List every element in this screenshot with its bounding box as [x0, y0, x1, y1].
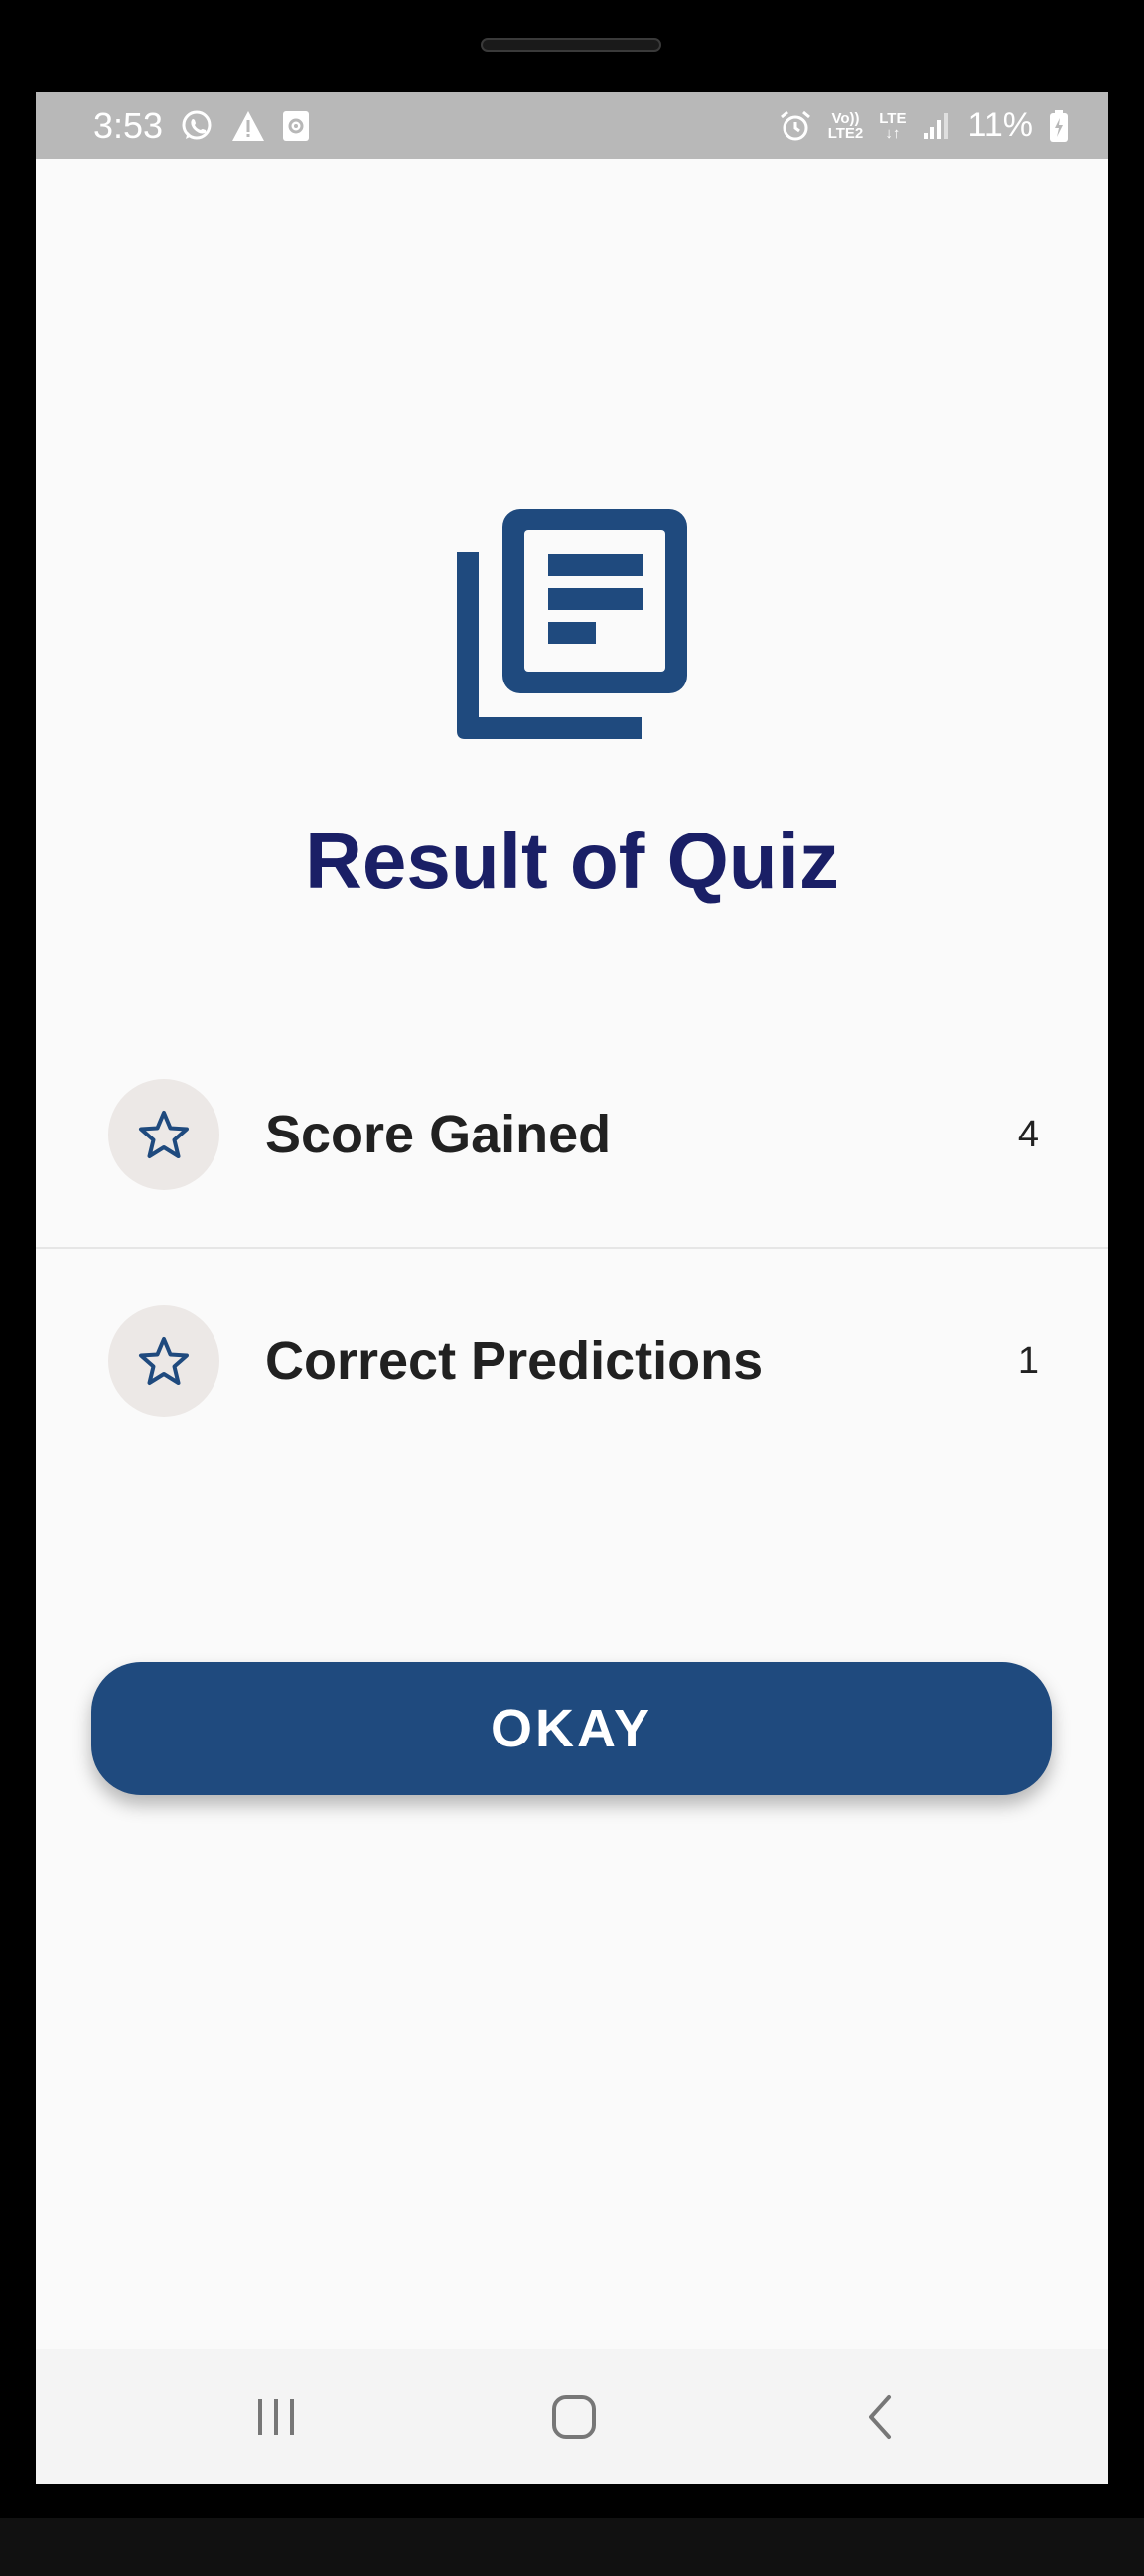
data-arrows: ↓↑: [885, 124, 901, 142]
star-outline-icon: [108, 1305, 219, 1417]
earpiece-speaker: [481, 38, 661, 52]
correct-predictions-label: Correct Predictions: [265, 1331, 764, 1391]
lte-data-icon: LTE ↓↑: [879, 111, 906, 141]
screen-record-icon: [282, 110, 310, 142]
navigation-bar: [36, 2349, 1108, 2484]
phone-frame: 3:53 Vo)) LTE2 LTE ↓↑ 11% Result of Quiz…: [0, 0, 1144, 2576]
signal-icon: [922, 111, 951, 141]
score-gained-label: Score Gained: [265, 1105, 612, 1164]
back-icon[interactable]: [840, 2379, 920, 2454]
home-icon[interactable]: [534, 2379, 614, 2454]
battery-charging-icon: [1049, 109, 1069, 143]
battery-percent: 11%: [967, 106, 1033, 144]
correct-predictions-value: 1: [1017, 1339, 1039, 1382]
whatsapp-icon: [179, 108, 214, 144]
screen: 3:53 Vo)) LTE2 LTE ↓↑ 11% Result of Quiz…: [36, 92, 1108, 2484]
device-bottom-bezel: [0, 2518, 1144, 2576]
warning-icon: [230, 109, 266, 143]
star-outline-icon: [108, 1079, 219, 1190]
article-stack-icon: [453, 505, 691, 743]
status-right: Vo)) LTE2 LTE ↓↑ 11%: [779, 106, 1069, 145]
page-title: Result of Quiz: [305, 817, 839, 905]
volte-lte2-icon: Vo)) LTE2: [828, 111, 864, 141]
score-gained-value: 4: [1017, 1113, 1039, 1155]
status-bar: 3:53 Vo)) LTE2 LTE ↓↑ 11%: [36, 92, 1108, 159]
recent-apps-icon[interactable]: [236, 2379, 316, 2454]
result-row-score: Score Gained 4: [36, 1071, 1108, 1198]
status-left: 3:53: [93, 105, 310, 147]
alarm-icon: [779, 109, 812, 143]
row-divider: [36, 1247, 1108, 1249]
result-row-correct: Correct Predictions 1: [36, 1297, 1108, 1425]
volte-bottom-text: LTE2: [827, 124, 864, 142]
status-time: 3:53: [93, 104, 164, 146]
okay-button[interactable]: OKAY: [91, 1662, 1052, 1795]
